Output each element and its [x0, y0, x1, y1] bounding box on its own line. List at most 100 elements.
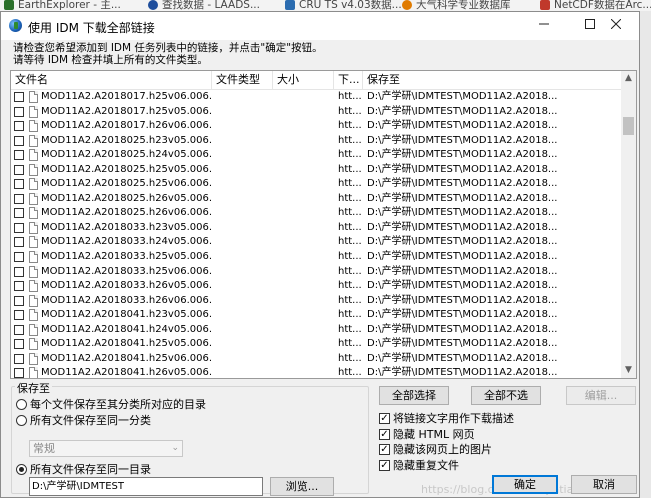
row-checkbox[interactable]	[14, 135, 24, 146]
list-row[interactable]: MOD11A2.A2018041.h24v05.006.20180... htt.…	[11, 323, 622, 338]
category-value: 常规	[33, 442, 55, 455]
row-checkbox[interactable]	[14, 179, 24, 190]
edit-button[interactable]: 编辑...	[566, 386, 636, 405]
file-icon	[29, 280, 38, 293]
row-filename: MOD11A2.A2018017.h25v06.006.20180...	[41, 91, 211, 102]
file-icon	[29, 134, 38, 147]
radio-dot[interactable]	[16, 398, 27, 410]
radio-same-directory[interactable]: 所有文件保存至同一目录	[16, 461, 151, 477]
bookmark-item[interactable]: EarthExplorer - 主...	[4, 0, 121, 11]
list-row[interactable]: MOD11A2.A2018033.h23v05.006.20180... htt.…	[11, 221, 622, 236]
list-row[interactable]: MOD11A2.A2018025.h26v05.006.20180... htt.…	[11, 192, 622, 207]
bookmark-item[interactable]: CRU TS v4.03数据...	[285, 0, 402, 11]
list-row[interactable]: MOD11A2.A2018041.h26v05.006.20180... htt.…	[11, 366, 622, 378]
row-checkbox[interactable]	[14, 237, 24, 248]
scroll-thumb[interactable]	[623, 117, 634, 135]
option-hide-html[interactable]: ✓ 隐藏 HTML 网页	[379, 426, 475, 442]
row-checkbox[interactable]	[14, 106, 24, 117]
file-icon	[29, 338, 38, 351]
checkbox-checked-icon[interactable]: ✓	[379, 443, 390, 455]
ok-button[interactable]: 确定	[492, 475, 558, 494]
row-checkbox[interactable]	[14, 193, 24, 204]
row-checkbox[interactable]	[14, 164, 24, 175]
row-filename: MOD11A2.A2018033.h25v05.006.20180...	[41, 251, 211, 263]
checkbox-checked-icon[interactable]: ✓	[379, 428, 390, 440]
list-row[interactable]: MOD11A2.A2018025.h24v05.006.20180... htt.…	[11, 148, 622, 163]
row-url: htt...	[338, 221, 362, 233]
row-checkbox[interactable]	[14, 92, 24, 102]
directory-path-input[interactable]: D:\产学研\IDMTEST	[29, 477, 263, 496]
row-filename: MOD11A2.A2018033.h25v06.006.20180...	[41, 265, 211, 277]
row-checkbox[interactable]	[14, 353, 24, 364]
row-checkbox[interactable]	[14, 295, 24, 306]
column-header-saveto[interactable]: 保存至	[363, 71, 622, 89]
row-checkbox[interactable]	[14, 121, 24, 132]
column-header-filetype[interactable]: 文件类型	[212, 71, 273, 89]
option-hide-images[interactable]: ✓ 隐藏该网页上的图片	[379, 441, 492, 457]
list-row[interactable]: MOD11A2.A2018025.h25v06.006.20180... htt.…	[11, 177, 622, 192]
row-checkbox[interactable]	[14, 208, 24, 219]
browse-button[interactable]: 浏览...	[270, 477, 334, 496]
checkbox-checked-icon[interactable]: ✓	[379, 412, 390, 424]
category-select[interactable]: 常规 ⌄	[29, 440, 183, 457]
cancel-button[interactable]: 取消	[571, 475, 637, 494]
file-icon	[29, 163, 38, 176]
bookmark-item[interactable]: 大气科学专业数据库	[402, 0, 511, 11]
list-row[interactable]: MOD11A2.A2018033.h24v05.006.20180... htt.…	[11, 235, 622, 250]
list-row[interactable]: MOD11A2.A2018033.h25v06.006.20180... htt.…	[11, 265, 622, 280]
laads-icon	[148, 0, 158, 10]
column-header-filename[interactable]: 文件名	[11, 71, 212, 89]
save-to-legend: 保存至	[15, 380, 52, 396]
radio-label: 每个文件保存至其分类所对应的目录	[30, 398, 206, 411]
row-checkbox[interactable]	[14, 150, 24, 161]
row-saveto: D:\产学研\IDMTEST\MOD11A2.A2018...	[367, 251, 558, 263]
checkbox-checked-icon[interactable]: ✓	[379, 459, 390, 471]
bookmark-item[interactable]: NetCDF数据在Arc...	[540, 0, 651, 11]
scroll-up-arrow-icon[interactable]: ▲	[621, 71, 636, 86]
row-checkbox[interactable]	[14, 281, 24, 292]
list-row[interactable]: MOD11A2.A2018025.h26v06.006.20180... htt.…	[11, 206, 622, 221]
row-checkbox[interactable]	[14, 339, 24, 350]
link-list[interactable]: 文件名 文件类型 大小 下... 保存至 MOD11A2.A2018017.h2…	[10, 70, 637, 379]
vertical-scrollbar[interactable]: ▲ ▼	[621, 71, 636, 378]
option-hide-duplicates[interactable]: ✓ 隐藏重复文件	[379, 457, 459, 473]
radio-dot-selected[interactable]	[16, 463, 27, 475]
list-row[interactable]: MOD11A2.A2018041.h23v05.006.20180... htt.…	[11, 308, 622, 323]
deselect-all-button[interactable]: 全部不选	[471, 386, 541, 405]
row-checkbox[interactable]	[14, 310, 24, 321]
radio-one-category[interactable]: 所有文件保存至同一分类	[16, 412, 151, 428]
row-filename: MOD11A2.A2018033.h23v05.006.20180...	[41, 221, 211, 233]
scroll-down-arrow-icon[interactable]: ▼	[621, 363, 636, 378]
list-row[interactable]: MOD11A2.A2018033.h26v05.006.20180... htt.…	[11, 279, 622, 294]
list-row[interactable]: MOD11A2.A2018025.h25v05.006.20180... htt.…	[11, 163, 622, 178]
list-row[interactable]: MOD11A2.A2018025.h23v05.006.20180... htt.…	[11, 134, 622, 149]
row-url: htt...	[338, 178, 362, 190]
row-checkbox[interactable]	[14, 324, 24, 335]
row-checkbox[interactable]	[14, 252, 24, 263]
list-rows: MOD11A2.A2018017.h25v06.006.20180... htt.…	[11, 90, 622, 378]
row-saveto: D:\产学研\IDMTEST\MOD11A2.A2018...	[367, 134, 558, 146]
option-use-link-text[interactable]: ✓ 将链接文字用作下载描述	[379, 410, 514, 426]
list-row[interactable]: MOD11A2.A2018041.h25v05.006.20180... htt.…	[11, 337, 622, 352]
row-url: htt...	[338, 149, 362, 161]
row-saveto: D:\产学研\IDMTEST\MOD11A2.A2018...	[367, 323, 558, 335]
radio-each-category[interactable]: 每个文件保存至其分类所对应的目录	[16, 396, 206, 412]
row-checkbox[interactable]	[14, 222, 24, 233]
select-all-button[interactable]: 全部选择	[379, 386, 449, 405]
list-row[interactable]: MOD11A2.A2018033.h25v05.006.20180... htt.…	[11, 250, 622, 265]
row-checkbox[interactable]	[14, 368, 24, 378]
list-row[interactable]: MOD11A2.A2018017.h25v06.006.20180... htt.…	[11, 90, 622, 105]
list-row[interactable]: MOD11A2.A2018041.h25v06.006.20180... htt.…	[11, 352, 622, 367]
row-filename: MOD11A2.A2018025.h24v05.006.20180...	[41, 149, 211, 161]
list-row[interactable]: MOD11A2.A2018017.h25v05.006.20180... htt.…	[11, 105, 622, 120]
row-saveto: D:\产学研\IDMTEST\MOD11A2.A2018...	[367, 163, 558, 175]
close-button[interactable]	[593, 12, 639, 40]
list-row[interactable]: MOD11A2.A2018017.h26v06.006.20180... htt.…	[11, 119, 622, 134]
bookmark-item[interactable]: 查找数据 - LAADS...	[148, 0, 260, 11]
column-header-size[interactable]: 大小	[273, 71, 334, 89]
radio-dot[interactable]	[16, 414, 27, 426]
row-checkbox[interactable]	[14, 266, 24, 277]
column-header-url[interactable]: 下...	[334, 71, 363, 89]
minimize-button[interactable]	[521, 12, 567, 40]
list-row[interactable]: MOD11A2.A2018033.h26v06.006.20180... htt.…	[11, 294, 622, 309]
